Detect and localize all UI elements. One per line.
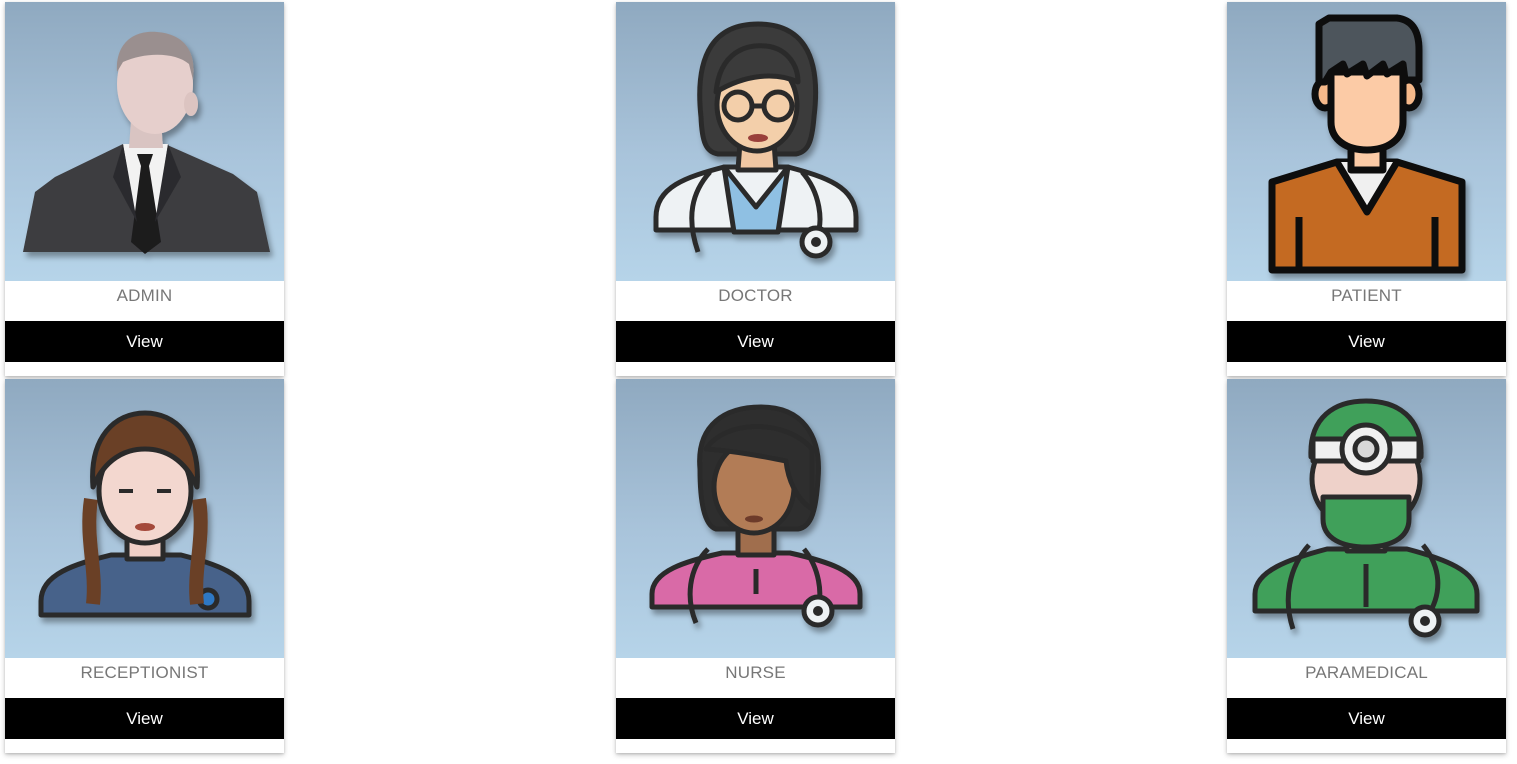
role-card-patient: PATIENT View [1227, 2, 1506, 376]
view-nurse-button[interactable]: View [616, 698, 895, 739]
view-patient-button[interactable]: View [1227, 321, 1506, 362]
role-label-nurse: NURSE [725, 663, 786, 682]
role-label-admin: ADMIN [116, 286, 173, 305]
role-card-paramedical: PARAMEDICAL View [1227, 379, 1506, 753]
nurse-woman-icon [616, 379, 895, 658]
doctor-woman-icon [616, 2, 895, 281]
role-card-receptionist: RECEPTIONIST View [5, 379, 284, 753]
paramedical-surgeon-icon [1227, 379, 1506, 658]
patient-man-icon [1227, 2, 1506, 281]
role-label-receptionist: RECEPTIONIST [80, 663, 209, 682]
view-paramedical-button[interactable]: View [1227, 698, 1506, 739]
role-label-patient: PATIENT [1331, 286, 1402, 305]
role-card-admin: ADMIN View [5, 2, 284, 376]
role-label-paramedical: PARAMEDICAL [1305, 663, 1428, 682]
role-card-grid: ADMIN View DOCTOR View PATIENT View RECE… [0, 0, 1517, 764]
admin-businessman-icon [5, 2, 284, 281]
role-label-doctor: DOCTOR [718, 286, 793, 305]
view-admin-button[interactable]: View [5, 321, 284, 362]
receptionist-woman-icon [5, 379, 284, 658]
view-receptionist-button[interactable]: View [5, 698, 284, 739]
role-card-doctor: DOCTOR View [616, 2, 895, 376]
view-doctor-button[interactable]: View [616, 321, 895, 362]
role-card-nurse: NURSE View [616, 379, 895, 753]
